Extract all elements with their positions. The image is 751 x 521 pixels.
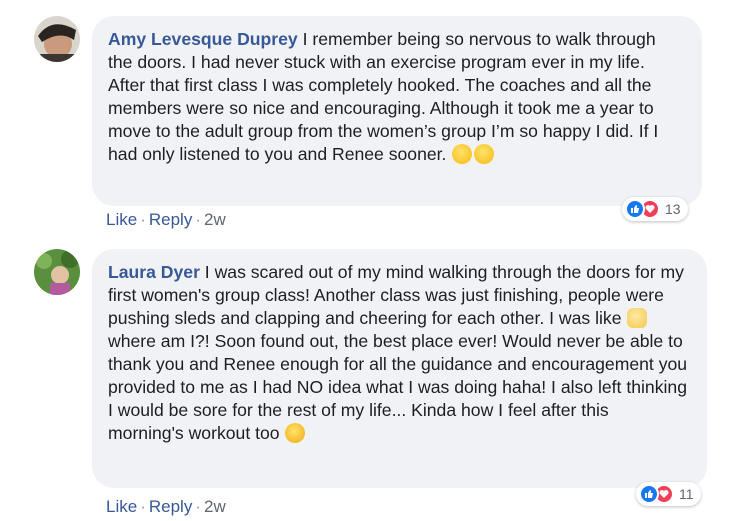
reaction-count: 13 [665,201,681,217]
reply-link[interactable]: Reply [149,497,192,516]
comment-actions: Like · Reply · 2w [106,497,226,517]
smile-emoji-icon [452,144,473,164]
comment-author[interactable]: Laura Dyer [108,262,200,282]
reply-link[interactable]: Reply [149,210,192,229]
separator: · [195,210,201,229]
laughing-emoji-icon [285,423,306,443]
like-link[interactable]: Like [106,497,137,516]
comment-text-continued: where am I?! Soon found out, the best pl… [108,331,688,443]
like-reaction-icon [639,484,659,504]
like-reaction-icon [625,199,645,219]
like-link[interactable]: Like [106,210,137,229]
comment-author[interactable]: Amy Levesque Duprey [108,29,298,49]
reaction-summary[interactable]: 11 [636,482,701,506]
separator: · [140,497,146,516]
timestamp[interactable]: 2w [204,210,226,229]
timestamp[interactable]: 2w [204,497,226,516]
separator: · [195,497,201,516]
reaction-count: 11 [679,486,694,502]
separator: · [140,210,146,229]
comment-bubble: Amy Levesque Duprey I remember being so … [92,16,702,206]
comment-actions: Like · Reply · 2w [106,210,226,230]
comment-bubble: Laura Dyer I was scared out of my mind w… [92,249,707,488]
reaction-summary[interactable]: 13 [622,197,688,221]
avatar[interactable] [34,249,80,295]
comment-text: I remember being so nervous to walk thro… [108,29,659,164]
avatar[interactable] [34,16,80,62]
smile-emoji-icon [474,144,495,164]
hand-over-mouth-emoji-icon [627,308,648,328]
